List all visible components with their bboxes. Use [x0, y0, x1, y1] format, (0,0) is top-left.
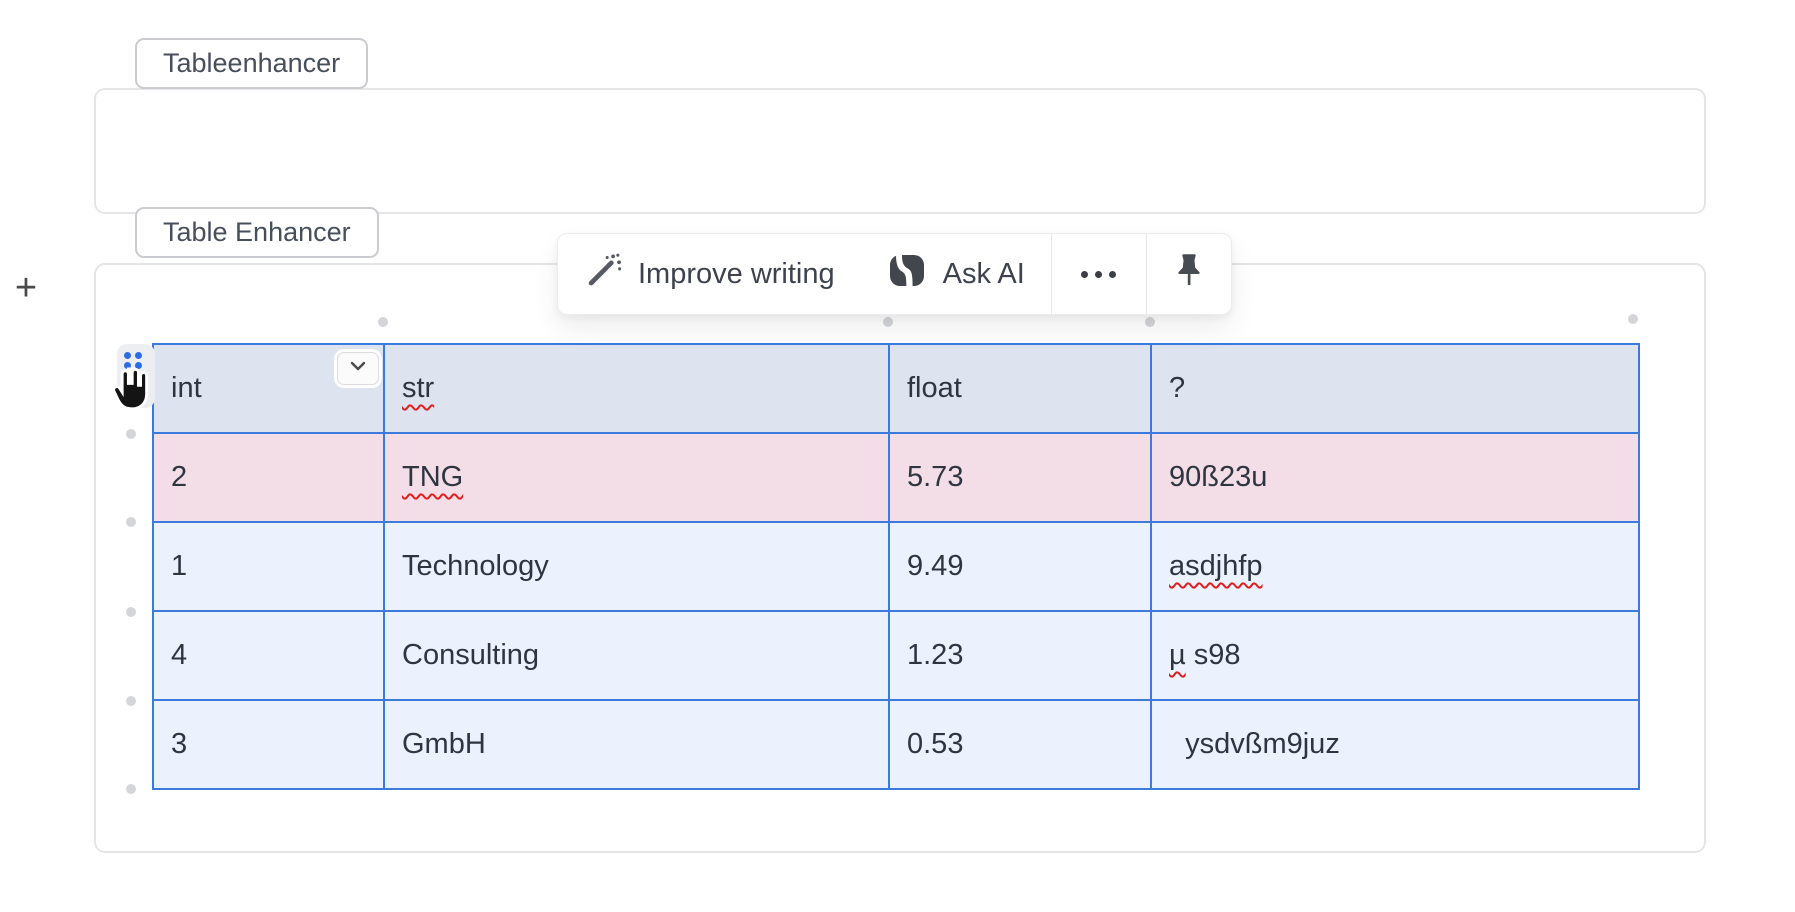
magic-wand-icon [584, 251, 622, 297]
column-header-str[interactable]: str [384, 344, 889, 433]
column-header-float[interactable]: float [889, 344, 1151, 433]
block-label-table-enhancer[interactable]: Table Enhancer [135, 207, 379, 258]
pin-button[interactable] [1147, 234, 1231, 314]
table-cell[interactable]: Technology [384, 522, 889, 611]
grid-dot [126, 784, 136, 794]
ask-ai-label: Ask AI [943, 258, 1025, 291]
add-block-button[interactable]: + [8, 266, 44, 310]
column-dropdown-button[interactable] [337, 352, 379, 385]
chevron-down-icon [348, 359, 368, 378]
grid-dot [126, 429, 136, 439]
ask-ai-logo-icon [887, 250, 927, 298]
grid-dot [126, 607, 136, 617]
grid-dot [378, 317, 388, 327]
grid-dot [883, 317, 893, 327]
empty-block[interactable] [94, 88, 1706, 214]
table-cell[interactable]: 3 [153, 700, 384, 789]
grid-dot [126, 517, 136, 527]
table-row: 1Technology9.49asdjhfp [153, 522, 1639, 611]
table-row: 2TNG5.7390ß23u [153, 433, 1639, 522]
table-row: 3GmbH0.53 ysdvßm9juz [153, 700, 1639, 789]
grid-dot [1145, 317, 1155, 327]
ellipsis-icon [1081, 271, 1116, 278]
table-cell[interactable]: 0.53 [889, 700, 1151, 789]
data-table: intstrfloat? 2TNG5.7390ß23u1Technology9.… [152, 343, 1640, 790]
table-cell[interactable]: 1.23 [889, 611, 1151, 700]
grid-dot [1628, 314, 1638, 324]
table-cell[interactable]: 5.73 [889, 433, 1151, 522]
improve-writing-label: Improve writing [638, 258, 835, 291]
floating-toolbar: Improve writing Ask AI [557, 233, 1232, 315]
block-label-tableenhancer[interactable]: Tableenhancer [135, 38, 368, 89]
table-cell[interactable]: 1 [153, 522, 384, 611]
grid-dot [126, 696, 136, 706]
table-cell[interactable]: 90ß23u [1151, 433, 1639, 522]
table-cell[interactable]: GmbH [384, 700, 889, 789]
table-cell[interactable]: 2 [153, 433, 384, 522]
table-cell[interactable]: µ s98 [1151, 611, 1639, 700]
ask-ai-button[interactable]: Ask AI [861, 234, 1051, 314]
table-cell[interactable]: asdjhfp [1151, 522, 1639, 611]
table-cell[interactable]: TNG [384, 433, 889, 522]
table-cell[interactable]: Consulting [384, 611, 889, 700]
table-cell[interactable]: 9.49 [889, 522, 1151, 611]
drag-handle-icon[interactable] [117, 344, 155, 408]
more-options-button[interactable] [1052, 234, 1146, 314]
column-header-question[interactable]: ? [1151, 344, 1639, 433]
improve-writing-button[interactable]: Improve writing [558, 234, 861, 314]
table-row: 4Consulting1.23µ s98 [153, 611, 1639, 700]
table-cell[interactable]: 4 [153, 611, 384, 700]
pin-icon [1174, 253, 1204, 295]
table-cell[interactable]: ysdvßm9juz [1151, 700, 1639, 789]
